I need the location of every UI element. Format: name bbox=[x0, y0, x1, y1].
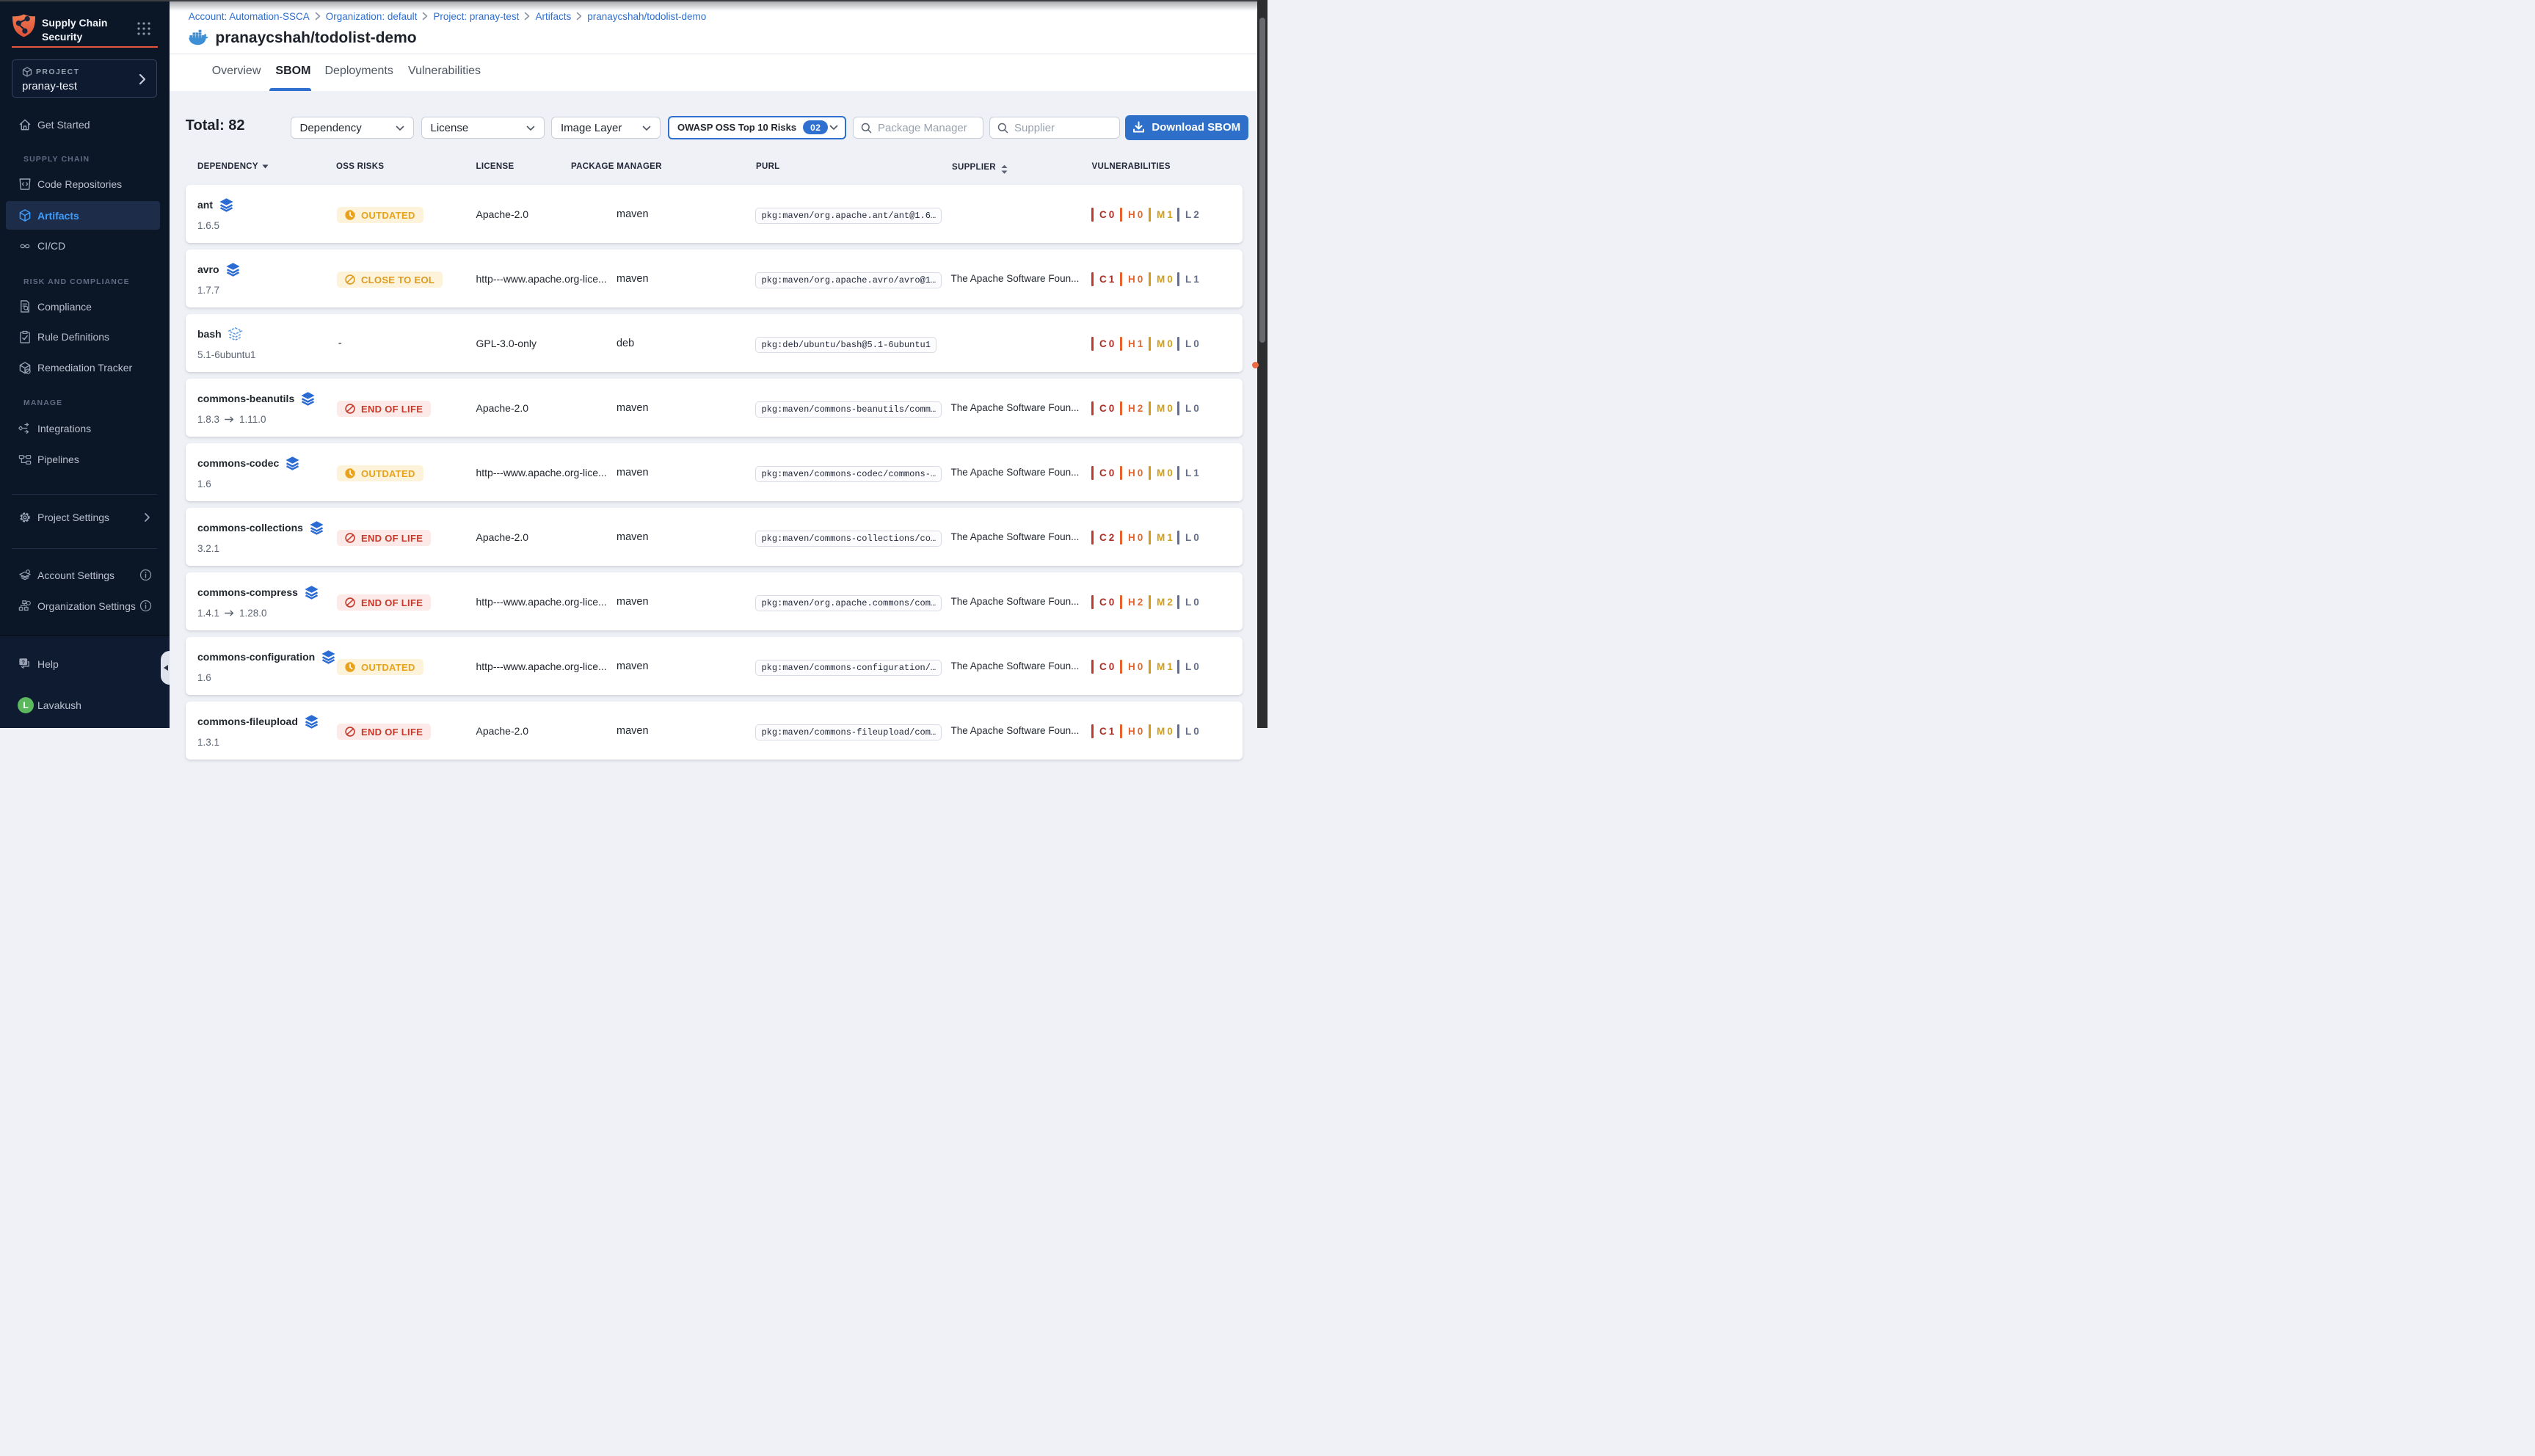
svg-text:?: ? bbox=[21, 659, 25, 666]
